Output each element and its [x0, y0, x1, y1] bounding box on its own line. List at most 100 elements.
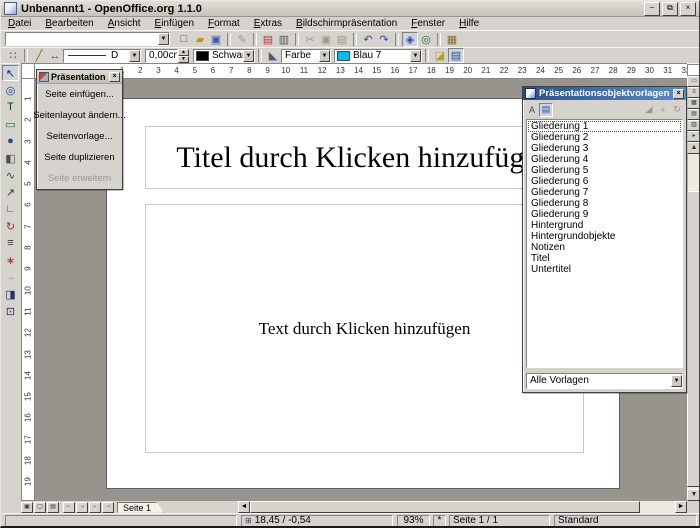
export-pdf-icon[interactable]: ▤	[260, 32, 276, 47]
scroll-down-icon[interactable]: ▼	[687, 489, 700, 501]
style-list-item[interactable]: Gliederung 1	[528, 121, 681, 132]
fill-format-mode-icon[interactable]: ◢	[642, 103, 656, 117]
menu-item[interactable]: Bildschirmpräsentation	[289, 18, 404, 30]
interaction-tool-icon[interactable]: →	[2, 269, 19, 285]
status-template-field[interactable]: Standard	[554, 515, 697, 527]
curve-tool-icon[interactable]: ∿	[2, 167, 19, 183]
menu-item[interactable]: Einfügen	[148, 18, 201, 30]
gallery-icon[interactable]: ▦	[444, 32, 460, 47]
connector-tool-icon[interactable]: ∟	[2, 201, 19, 217]
url-combobox[interactable]: ▼	[5, 32, 170, 46]
objects-3d-tool-icon[interactable]: ◧	[2, 150, 19, 166]
effects-3d-tool-icon[interactable]: ◨	[2, 286, 19, 302]
text-tool-icon[interactable]: T	[2, 99, 19, 115]
style-list-item[interactable]: Untertitel	[528, 264, 681, 275]
scroll-right-icon[interactable]: ►	[675, 501, 687, 513]
hyperlink-icon[interactable]: ◎	[418, 32, 434, 47]
line-color-combobox[interactable]: Schwarz ▼	[193, 49, 255, 63]
style-list-item[interactable]: Gliederung 4	[528, 154, 681, 165]
copy-icon[interactable]: ▣	[318, 32, 334, 47]
vertical-scrollbar-track[interactable]	[687, 154, 700, 489]
last-slide-icon[interactable]: ⇥	[102, 502, 114, 513]
cut-icon[interactable]: ✂	[302, 32, 318, 47]
handout-view-icon[interactable]: ▥	[687, 120, 700, 131]
update-style-icon[interactable]: ↻	[670, 103, 684, 117]
fill-type-dropdown-icon[interactable]: ▼	[319, 50, 330, 62]
line-icon[interactable]: ╱	[31, 48, 47, 63]
menu-item[interactable]: Datei	[1, 18, 38, 30]
fill-type-combobox[interactable]: Farbe ▼	[281, 49, 331, 63]
style-list-item[interactable]: Gliederung 8	[528, 198, 681, 209]
shadow-icon[interactable]: ◪	[432, 48, 448, 63]
palette-close-icon[interactable]: ×	[109, 72, 120, 82]
layer-mode-icon[interactable]: ▤	[47, 502, 59, 513]
ellipse-tool-icon[interactable]: ●	[2, 133, 19, 149]
menu-item[interactable]: Fenster	[404, 18, 452, 30]
line-style-dropdown-icon[interactable]: ▼	[129, 50, 140, 62]
menu-item[interactable]: Extras	[247, 18, 289, 30]
print-icon[interactable]: ▥	[276, 32, 292, 47]
fill-color-dropdown-icon[interactable]: ▼	[410, 50, 421, 62]
arrow-style-icon[interactable]: ↔	[47, 48, 63, 63]
previous-slide-icon[interactable]: ◂	[76, 502, 88, 513]
drawing-view-icon[interactable]: ▭	[687, 76, 700, 87]
new-style-icon[interactable]: +	[656, 103, 670, 117]
save-icon[interactable]: ▣	[208, 32, 224, 47]
redo-icon[interactable]: ↷	[376, 32, 392, 47]
style-list-item[interactable]: Titel	[528, 253, 681, 264]
presentation-palette-titlebar[interactable]: Präsentation ×	[37, 70, 122, 84]
open-icon[interactable]: ▰	[192, 32, 208, 47]
style-filter-combobox[interactable]: Alle Vorlagen ▼	[526, 373, 683, 389]
style-list-item[interactable]: Gliederung 3	[528, 143, 681, 154]
slide-tab[interactable]: Seite 1	[117, 502, 164, 513]
graphic-styles-icon[interactable]: A	[525, 103, 539, 117]
next-slide-icon[interactable]: ▸	[89, 502, 101, 513]
navigator-icon[interactable]: ◈	[402, 32, 418, 47]
first-slide-icon[interactable]: ⇤	[63, 502, 75, 513]
palette-item[interactable]: Seitenlayout ändern...	[37, 105, 122, 126]
style-list-item[interactable]: Hintergrundobjekte	[528, 231, 681, 242]
menu-item[interactable]: Format	[201, 18, 247, 30]
palette-item[interactable]: Seite erweitern	[37, 168, 122, 189]
line-width-stepper[interactable]: ▲▼	[178, 49, 189, 63]
status-zoom-field[interactable]: 93%	[397, 515, 430, 527]
style-list-item[interactable]: Gliederung 9	[528, 209, 681, 220]
fill-style-icon[interactable]: ◣	[265, 48, 281, 63]
rectangle-tool-icon[interactable]: ▭	[2, 116, 19, 132]
stylist-close-icon[interactable]: ×	[673, 89, 684, 99]
style-filter-dropdown-icon[interactable]: ▼	[671, 375, 682, 387]
style-list-item[interactable]: Gliederung 7	[528, 187, 681, 198]
palette-item[interactable]: Seite duplizieren	[37, 147, 122, 168]
select-tool-icon[interactable]: ↖	[2, 65, 19, 81]
vertical-scrollbar-thumb[interactable]	[687, 191, 700, 487]
zoom-tool-icon[interactable]: ◎	[2, 82, 19, 98]
rotate-tool-icon[interactable]: ↻	[2, 218, 19, 234]
menu-item[interactable]: Bearbeiten	[38, 18, 100, 30]
style-list-item[interactable]: Gliederung 6	[528, 176, 681, 187]
style-list-item[interactable]: Notizen	[528, 242, 681, 253]
start-presentation-icon[interactable]: ▸	[687, 131, 700, 142]
url-dropdown-icon[interactable]: ▼	[158, 33, 169, 45]
page-mode-icon[interactable]: ▣	[21, 502, 33, 513]
scroll-left-icon[interactable]: ◄	[238, 501, 250, 513]
style-list-item[interactable]: Gliederung 5	[528, 165, 681, 176]
line-width-field[interactable]: 0,00cm	[145, 49, 178, 63]
presentation-styles-toggle-icon[interactable]: ▤	[448, 48, 464, 63]
menu-item[interactable]: Hilfe	[452, 18, 486, 30]
restore-button[interactable]: ⧉	[662, 2, 678, 16]
master-mode-icon[interactable]: ▢	[34, 502, 46, 513]
presentation-styles-icon[interactable]: ▤	[539, 103, 553, 117]
paste-icon[interactable]: ▤	[334, 32, 350, 47]
scroll-up-icon[interactable]: ▲	[687, 142, 700, 154]
slide-view-icon[interactable]: ▦	[687, 98, 700, 109]
lines-arrows-tool-icon[interactable]: ↗	[2, 184, 19, 200]
stylist-titlebar[interactable]: Präsentationsobjektvorlagen ×	[523, 87, 686, 100]
edit-file-icon[interactable]: ✎	[234, 32, 250, 47]
alignment-tool-icon[interactable]: ≡	[2, 235, 19, 251]
new-document-icon[interactable]: □	[176, 32, 192, 47]
palette-item[interactable]: Seitenvorlage...	[37, 126, 122, 147]
line-color-dropdown-icon[interactable]: ▼	[243, 50, 254, 62]
body-placeholder[interactable]: Text durch Klicken hinzufügen	[145, 204, 584, 453]
effects-tool-icon[interactable]: ∗	[2, 252, 19, 268]
presentation-tool-icon[interactable]: ⊡	[2, 303, 19, 319]
